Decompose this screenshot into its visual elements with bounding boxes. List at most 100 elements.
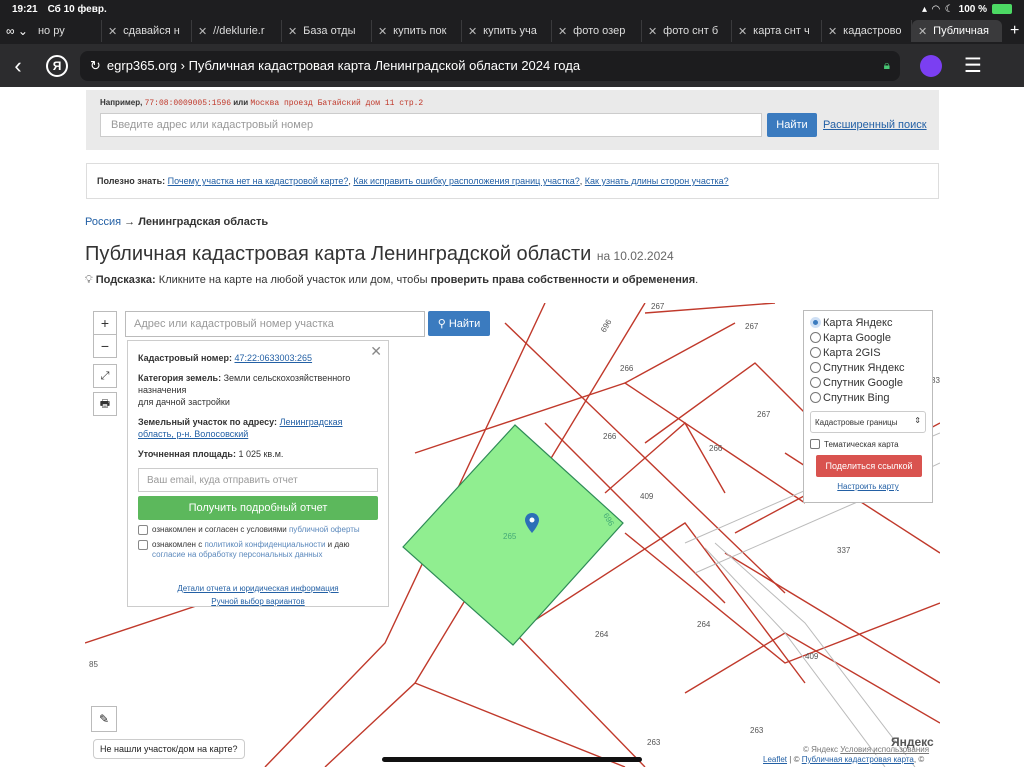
useful-link-2[interactable]: Как исправить ошибку расположения границ…: [353, 176, 579, 186]
example-address[interactable]: Москва проезд Батайский дом 11 стр.2: [250, 99, 423, 108]
map-attribution: Leaflet | © Публичная кадастровая карта,…: [763, 755, 925, 764]
tab-0[interactable]: но ру: [32, 20, 102, 42]
parcel-label-265: 265: [503, 532, 517, 541]
lightbulb-icon: 💡︎: [85, 274, 93, 286]
radio-button[interactable]: [810, 392, 821, 403]
setup-map-link[interactable]: Настроить карту: [837, 482, 898, 491]
map-find-button[interactable]: ⚲ Найти: [428, 311, 490, 336]
ruler-icon[interactable]: ✎: [91, 706, 117, 732]
example-code[interactable]: 77:08:0009005:1596: [145, 99, 231, 108]
layer-option-yandex-map[interactable]: Карта Яндекс: [810, 315, 926, 330]
tab-group-icon[interactable]: ∞ ⌄: [6, 24, 28, 38]
address-field[interactable]: ↻ egrp365.org › Публичная кадастровая ка…: [80, 50, 900, 81]
close-icon[interactable]: ✕: [288, 25, 297, 38]
tab-label: карта снт ч: [753, 25, 810, 37]
close-icon[interactable]: ✕: [648, 25, 657, 38]
tab-8[interactable]: ✕ карта снт ч: [732, 20, 822, 42]
layer-option-google-satellite[interactable]: Спутник Google: [810, 375, 926, 390]
credits-sep: | ©: [789, 755, 800, 764]
fullscreen-icon[interactable]: ⤢: [93, 364, 117, 388]
overlay-select[interactable]: Кадастровые границы ⇕: [810, 411, 926, 433]
cadastral-map[interactable]: 267 696 267 266 267 266 266 409 265 696 …: [85, 303, 940, 767]
hint-text: Кликните на карте на любой участок или д…: [158, 274, 428, 286]
offer-consent-checkbox[interactable]: [138, 525, 148, 535]
close-icon[interactable]: ✕: [108, 25, 117, 38]
home-indicator[interactable]: [382, 757, 642, 762]
cad-number-link[interactable]: 47:22:0633003:265: [234, 353, 312, 363]
tab-7[interactable]: ✕ фото снт б: [642, 20, 732, 42]
advanced-search-link[interactable]: Расширенный поиск: [823, 119, 927, 131]
yandex-logo-icon[interactable]: Я: [46, 54, 68, 77]
address-search-input[interactable]: Введите адрес или кадастровый номер: [100, 113, 762, 137]
map-pin-icon[interactable]: [525, 513, 539, 533]
thematic-map-checkbox[interactable]: [810, 439, 820, 449]
parcel-label-409: 409: [805, 652, 819, 661]
useful-info-panel: Полезно знать: Почему участка нет на кад…: [86, 163, 939, 199]
zoom-out-button[interactable]: −: [93, 334, 117, 358]
radio-button-selected[interactable]: [810, 317, 821, 328]
layer-option-google-map[interactable]: Карта Google: [810, 330, 926, 345]
privacy-consent-text: ознакомлен с: [152, 540, 203, 549]
menu-icon[interactable]: ☰: [964, 53, 982, 78]
privacy-consent-checkbox[interactable]: [138, 540, 148, 550]
close-icon[interactable]: ✕: [738, 25, 747, 38]
breadcrumb: Россия → Ленинградская область: [85, 216, 268, 228]
radio-button[interactable]: [810, 362, 821, 373]
radio-button[interactable]: [810, 347, 821, 358]
find-button[interactable]: Найти: [767, 113, 817, 137]
personal-data-link[interactable]: согласие на обработку персональных данны…: [152, 550, 322, 559]
tab-3[interactable]: ✕ База отды: [282, 20, 372, 42]
tab-10-active[interactable]: ✕ Публичная: [911, 20, 1002, 42]
email-input[interactable]: Ваш email, куда отправить отчет: [138, 468, 378, 492]
tab-4[interactable]: ✕ купить пок: [372, 20, 462, 42]
tab-6[interactable]: ✕ фото озер: [552, 20, 642, 42]
close-icon[interactable]: ✕: [198, 25, 207, 38]
get-report-button[interactable]: Получить подробный отчет: [138, 496, 378, 520]
back-button[interactable]: ‹: [0, 53, 36, 79]
tab-label: купить пок: [393, 25, 447, 37]
radio-button[interactable]: [810, 377, 821, 388]
offer-link[interactable]: публичной оферты: [289, 525, 360, 534]
area-label: Уточненная площадь:: [138, 449, 236, 459]
not-found-button[interactable]: Не нашли участок/дом на карте?: [93, 739, 245, 759]
reload-icon[interactable]: ↻: [90, 58, 101, 74]
layer-option-yandex-satellite[interactable]: Спутник Яндекс: [810, 360, 926, 375]
close-icon[interactable]: ✕: [468, 25, 477, 38]
pkk-link[interactable]: Публичная кадастровая карта: [802, 755, 914, 764]
yandex-terms-link[interactable]: Условия использования: [840, 745, 929, 754]
tab-5[interactable]: ✕ купить уча: [462, 20, 552, 42]
useful-link-1[interactable]: Почему участка нет на кадастровой карте?: [168, 176, 349, 186]
setup-map-row: Настроить карту: [810, 482, 926, 491]
cad-number-label: Кадастровый номер:: [138, 353, 232, 363]
new-tab-button[interactable]: +: [1010, 22, 1019, 40]
breadcrumb-root[interactable]: Россия: [85, 216, 121, 228]
alice-assistant-icon[interactable]: [920, 54, 942, 77]
land-category-label: Категория земель:: [138, 373, 222, 383]
close-icon[interactable]: ✕: [370, 343, 382, 360]
tab-1[interactable]: ✕ сдавайся н: [102, 20, 192, 42]
signal-icon: ▴: [921, 3, 927, 15]
layer-option-bing-satellite[interactable]: Спутник Bing: [810, 390, 926, 405]
breadcrumb-arrow: →: [124, 216, 136, 228]
lock-icon[interactable]: 🔒︎: [884, 58, 890, 73]
print-icon[interactable]: 🖶︎: [93, 392, 117, 416]
zoom-in-button[interactable]: +: [93, 311, 117, 335]
close-icon[interactable]: ✕: [378, 25, 387, 38]
map-search-input[interactable]: Адрес или кадастровый номер участка: [125, 311, 425, 337]
tab-2[interactable]: ✕ //deklurie.r: [192, 20, 282, 42]
radio-button[interactable]: [810, 332, 821, 343]
report-details-link[interactable]: Детали отчета и юридическая информация: [177, 584, 338, 593]
hint-end: .: [695, 274, 699, 286]
manual-choice-link[interactable]: Ручной выбор вариантов: [211, 597, 304, 606]
share-link-button[interactable]: Поделиться ссылкой: [816, 455, 922, 477]
useful-link-3[interactable]: Как узнать длины сторон участка?: [585, 176, 729, 186]
close-icon[interactable]: ✕: [918, 25, 927, 38]
leaflet-link[interactable]: Leaflet: [763, 755, 787, 764]
tab-9[interactable]: ✕ кадастрово: [822, 20, 912, 42]
area-row: Уточненная площадь: 1 025 кв.м.: [138, 448, 378, 460]
layer-option-2gis-map[interactable]: Карта 2GIS: [810, 345, 926, 360]
close-icon[interactable]: ✕: [558, 25, 567, 38]
close-icon[interactable]: ✕: [828, 25, 837, 38]
parcel-label-263: 263: [750, 726, 764, 735]
privacy-policy-link[interactable]: политикой конфиденциальности: [204, 540, 325, 549]
